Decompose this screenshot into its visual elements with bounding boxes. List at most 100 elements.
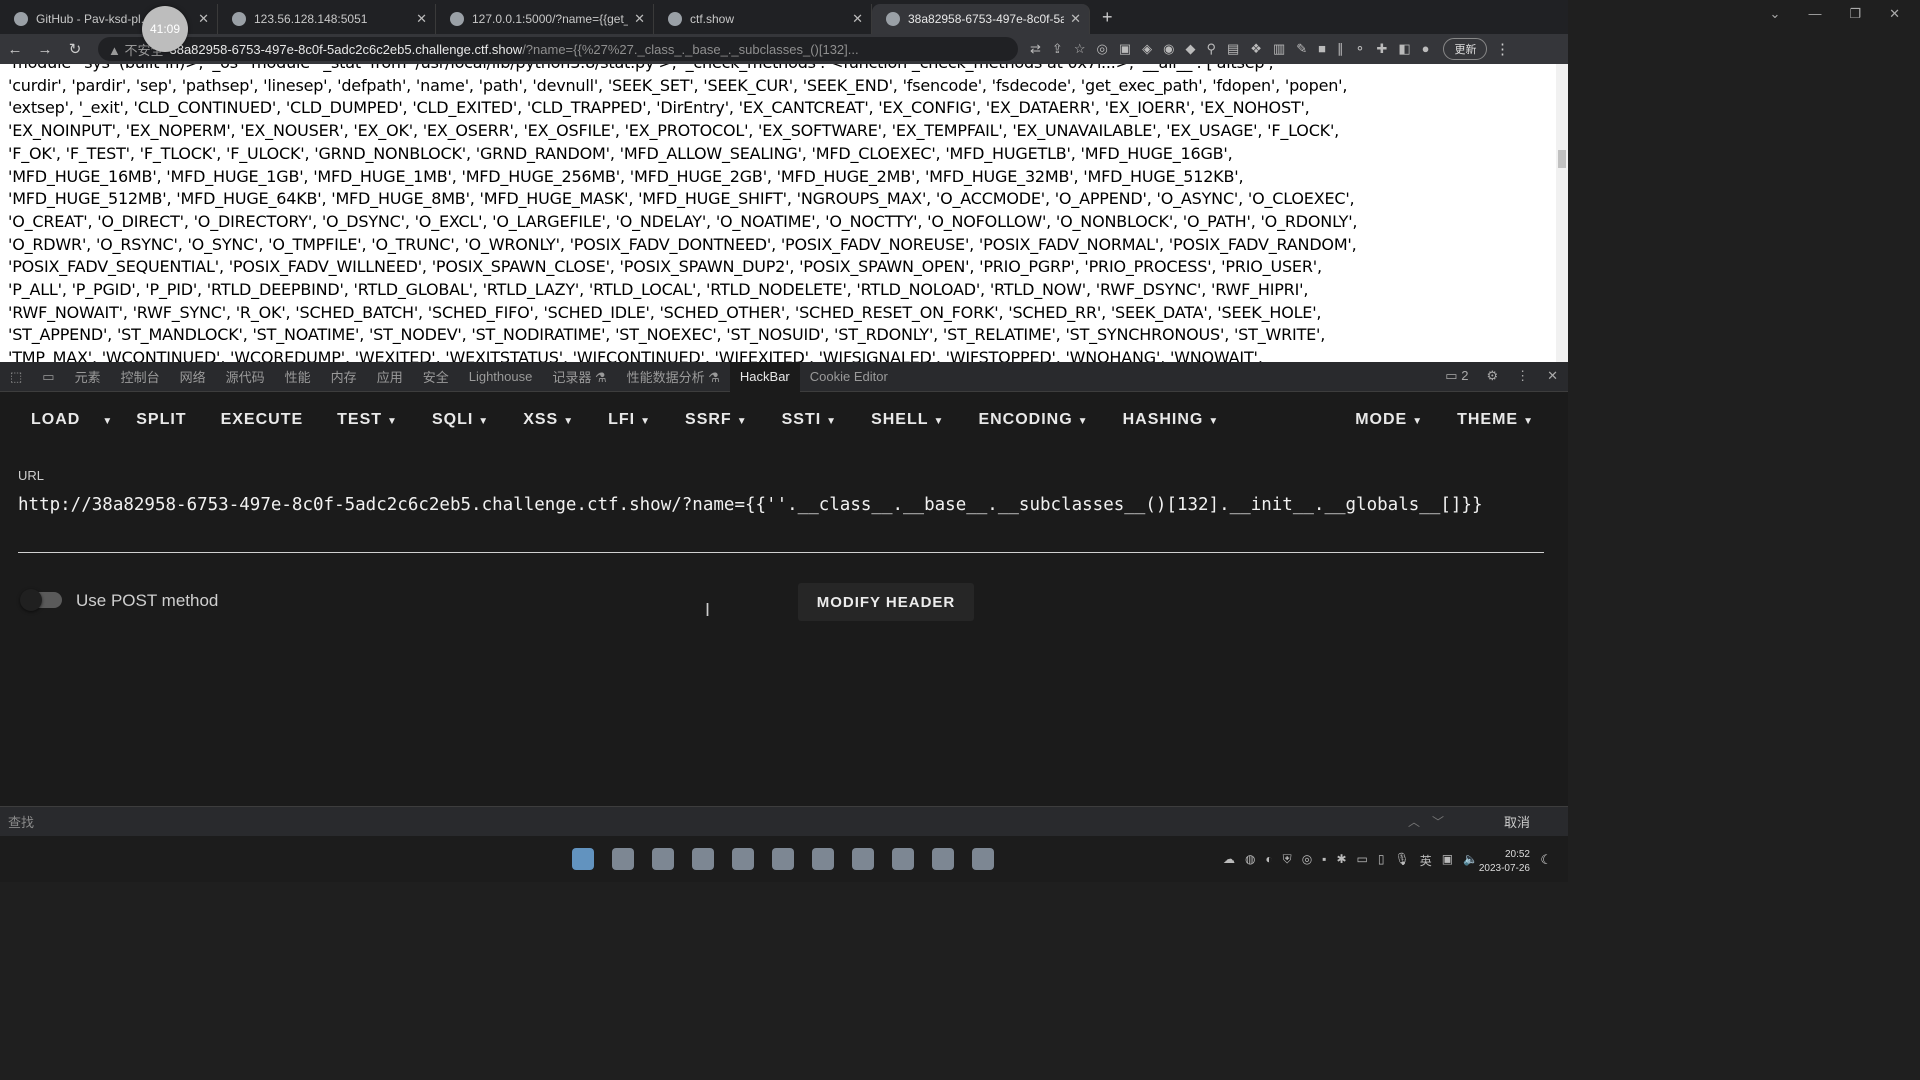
url-textarea[interactable]: http://38a82958-6753-497e-8c0f-5adc2c6c2…	[18, 492, 1544, 519]
translate-icon[interactable]: ⇄	[1030, 41, 1041, 57]
extension-12-icon[interactable]: ∥	[1337, 41, 1344, 57]
browser-menu-icon[interactable]: ⋮	[1487, 40, 1517, 58]
volume-icon[interactable]: 🔈	[1463, 852, 1478, 869]
extension-7-icon[interactable]: ▤	[1227, 41, 1239, 57]
browser-tab[interactable]: 123.56.128.148:5051 ✕	[218, 4, 436, 34]
hackbar-menu-item[interactable]: TEST ▼	[320, 411, 415, 429]
tray-app-icon[interactable]: ◎	[1302, 852, 1312, 869]
network-icon[interactable]: ▣	[1442, 852, 1453, 869]
close-tab-icon[interactable]: ✕	[852, 11, 863, 27]
devtools-tab[interactable]: 性能数据分析 ⚗	[617, 367, 730, 386]
theme-menu[interactable]: THEME ▼	[1440, 411, 1568, 429]
terminal-icon[interactable]	[972, 848, 994, 870]
back-icon[interactable]: ←	[0, 41, 30, 58]
sidebar-icon[interactable]: ◧	[1398, 41, 1410, 57]
tray-app-icon[interactable]: ✱	[1336, 852, 1346, 869]
hackbar-menu-item[interactable]: LOAD	[14, 411, 97, 429]
battery-icon[interactable]: ▯	[1378, 852, 1385, 869]
mode-menu[interactable]: MODE ▼	[1338, 411, 1440, 429]
extension-4-icon[interactable]: ◉	[1163, 41, 1174, 57]
hackbar-menu-item[interactable]: SQLI ▼	[415, 411, 506, 429]
puzzle-extensions-icon[interactable]: ✚	[1376, 41, 1387, 57]
extension-3-icon[interactable]: ◈	[1142, 41, 1152, 57]
hackbar-menu-item[interactable]: SSRF ▼	[668, 411, 765, 429]
notes-icon[interactable]	[732, 848, 754, 870]
extension-11-icon[interactable]: ■	[1318, 41, 1326, 57]
pycharm-icon[interactable]	[852, 848, 874, 870]
settings-gear-icon[interactable]: ⚙	[1486, 368, 1498, 384]
hackbar-menu-item[interactable]: HASHING ▼	[1106, 411, 1237, 429]
mic-icon[interactable]: 🎙	[1394, 852, 1409, 869]
devtools-tab[interactable]: 源代码	[216, 367, 275, 386]
forward-icon[interactable]: →	[30, 41, 60, 58]
toggle-knob[interactable]	[20, 589, 42, 611]
close-tab-icon[interactable]: ✕	[634, 11, 645, 27]
find-input[interactable]: 查找	[8, 812, 1408, 831]
hackbar-menu-item[interactable]: SHELL ▼	[854, 411, 961, 429]
close-tab-icon[interactable]: ✕	[198, 11, 209, 27]
start-icon[interactable]	[572, 848, 594, 870]
more-options-icon[interactable]: ⋮	[1516, 368, 1529, 384]
post-method-toggle[interactable]	[20, 589, 62, 611]
find-prev-icon[interactable]: ︿	[1408, 813, 1420, 830]
close-devtools-icon[interactable]: ✕	[1547, 368, 1558, 384]
modify-header-button[interactable]: MODIFY HEADER	[798, 583, 974, 621]
chat-icon[interactable]: ▭	[1357, 852, 1368, 869]
close-window-icon[interactable]: ✕	[1889, 6, 1900, 22]
devtools-tab[interactable]: Cookie Editor	[800, 369, 898, 384]
extension-1-icon[interactable]: ◎	[1096, 41, 1107, 57]
extension-9-icon[interactable]: ▥	[1273, 41, 1285, 57]
extension-2-icon[interactable]: ▣	[1119, 41, 1131, 57]
find-next-icon[interactable]: ﹀	[1432, 813, 1444, 830]
extension-10-icon[interactable]: ✎	[1296, 41, 1307, 57]
hackbar-menu-item[interactable]: LFI ▼	[591, 411, 668, 429]
minimize-icon[interactable]: —	[1808, 6, 1821, 22]
new-tab-icon[interactable]: +	[1102, 7, 1113, 28]
hackbar-menu-item[interactable]: ▼	[97, 411, 119, 429]
issues-badge[interactable]: ▭ 2	[1445, 368, 1468, 384]
ime-indicator[interactable]: 英	[1420, 852, 1432, 869]
devtools-tab[interactable]: 内存	[321, 367, 367, 386]
hackbar-menu-item[interactable]: ENCODING ▼	[961, 411, 1105, 429]
bookmark-star-icon[interactable]: ☆	[1074, 41, 1086, 57]
tray-app-icon[interactable]: ◐	[1265, 852, 1272, 869]
page-scrollbar[interactable]	[1556, 64, 1568, 362]
devtools-tab[interactable]: Lighthouse	[459, 369, 543, 384]
extension-13-icon[interactable]: ⚬	[1355, 41, 1366, 57]
hackbar-menu-item[interactable]: SSTI ▼	[765, 411, 854, 429]
devtools-tab[interactable]: 性能	[275, 367, 321, 386]
profile-icon[interactable]: ●	[1422, 41, 1430, 57]
tray-app-icon[interactable]: ▪	[1322, 852, 1326, 869]
editor-icon[interactable]	[932, 848, 954, 870]
maximize-icon[interactable]: ❐	[1849, 6, 1861, 22]
browser-tab[interactable]: 38a82958-6753-497e-8c0f-5a ✕	[872, 4, 1090, 34]
tray-app-icon[interactable]: ◍	[1245, 852, 1255, 869]
devtools-tab[interactable]: HackBar	[729, 361, 800, 392]
focus-assist-icon[interactable]: ☾	[1540, 852, 1552, 868]
update-button[interactable]: 更新	[1443, 38, 1488, 60]
post-method-label[interactable]: Use POST method	[76, 591, 218, 611]
extension-5-icon[interactable]: ◆	[1185, 41, 1195, 57]
devtools-tab[interactable]: 网络	[170, 367, 216, 386]
address-bar[interactable]: ▲ 不安全 38a82958-6753-497e-8c0f-5adc2c6c2e…	[98, 37, 1018, 61]
tray-shield-icon[interactable]: ⛨	[1283, 852, 1292, 869]
chrome-icon[interactable]	[692, 848, 714, 870]
tab-search-icon[interactable]: ⌄	[1770, 6, 1781, 22]
device-toolbar-icon[interactable]: ▭	[32, 369, 64, 385]
burp-icon[interactable]	[892, 848, 914, 870]
file-explorer-icon[interactable]	[612, 848, 634, 870]
devtools-tab[interactable]: 应用	[367, 367, 413, 386]
scrollbar-thumb[interactable]	[1558, 150, 1566, 168]
extension-6-icon[interactable]: ⚲	[1206, 41, 1216, 57]
devtools-tab[interactable]: 记录器 ⚗	[542, 367, 616, 386]
hackbar-menu-item[interactable]: XSS ▼	[506, 411, 591, 429]
taskbar-clock[interactable]: 20:52 2023-07-26	[1479, 848, 1530, 876]
photos-icon[interactable]	[812, 848, 834, 870]
hackbar-menu-item[interactable]: EXECUTE	[204, 411, 321, 429]
reload-icon[interactable]: ↻	[60, 40, 90, 58]
browser-tab[interactable]: ctf.show ✕	[654, 4, 872, 34]
close-tab-icon[interactable]: ✕	[416, 11, 427, 27]
close-tab-icon[interactable]: ✕	[1070, 11, 1081, 27]
extension-8-icon[interactable]: ❖	[1250, 41, 1262, 57]
edge-icon[interactable]	[652, 848, 674, 870]
